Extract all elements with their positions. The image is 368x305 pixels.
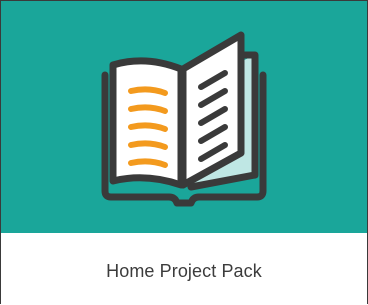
card-header (1, 1, 367, 233)
open-book-icon (101, 31, 267, 207)
card-title[interactable]: Home Project Pack (1, 261, 367, 282)
card-footer: Home Project Pack (1, 233, 367, 304)
project-pack-card[interactable]: Home Project Pack (0, 0, 368, 304)
